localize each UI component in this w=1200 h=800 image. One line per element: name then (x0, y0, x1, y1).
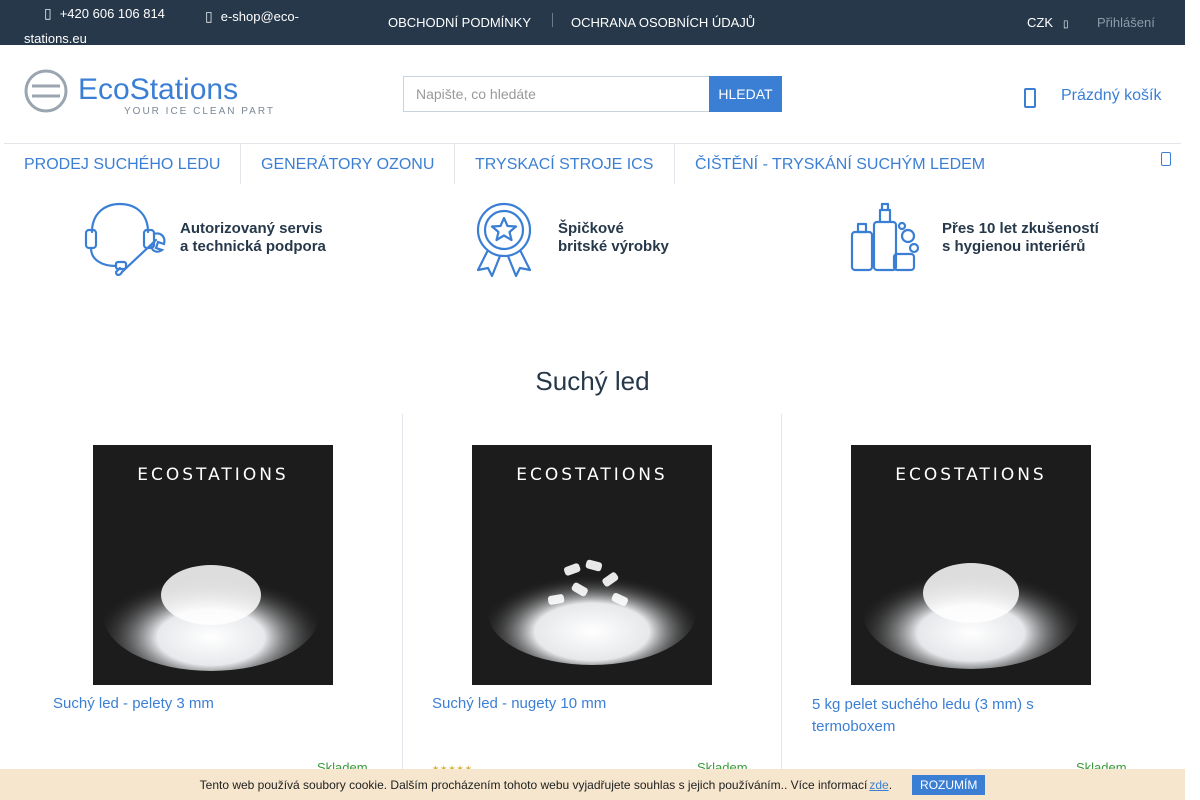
email-contact[interactable]: ▯ e-shop@eco-stations.eu (24, 5, 324, 50)
product-card: ECOSTATIONS Suchý led - nugety 10 mm ★★★… (412, 444, 752, 784)
top-bar: ▯ +420 606 106 814 ▯ e-shop@eco-stations.e… (0, 0, 1185, 46)
login-link[interactable]: Přihlášení (1097, 15, 1155, 30)
email-address[interactable]: e-shop@eco-stations.eu (24, 9, 299, 46)
cart-icon (1024, 88, 1036, 108)
product-image[interactable]: ECOSTATIONS (93, 445, 333, 685)
product-card: ECOSTATIONS 5 kg pelet suchého ledu (3 m… (792, 444, 1132, 784)
cart-label: Prázdný košík (1061, 87, 1162, 104)
benefit-products-text: Špičkové britské výrobky (558, 220, 669, 256)
main-nav: PRODEJ SUCHÉHO LEDU GENERÁTORY OZONU TRY… (4, 144, 1181, 184)
award-badge-icon (476, 202, 532, 278)
benefit-line: britské výrobky (558, 238, 669, 255)
ecostations-logo-icon: EcoStations YOUR ICE CLEAN PARTNER (24, 69, 300, 117)
product-image[interactable]: ECOSTATIONS (851, 445, 1091, 685)
headset-wrench-icon (84, 202, 166, 277)
currency-label: CZK (1027, 15, 1053, 30)
cart-link[interactable]: Prázdný košík (1024, 84, 1161, 108)
cookie-bar: Tento web používá soubory cookie. Dalším… (0, 769, 1185, 800)
dry-ice-pellets-image (103, 559, 319, 671)
nav-item-dry-ice-cleaning[interactable]: ČIŠTĚNÍ - TRYSKÁNÍ SUCHÝM LEDEM (695, 144, 985, 184)
site-logo[interactable]: EcoStations YOUR ICE CLEAN PARTNER (24, 69, 300, 117)
logo-wordmark: EcoStations (78, 73, 238, 106)
benefit-service-text: Autorizovaný servis a technická podpora (180, 220, 326, 256)
benefit-experience: Přes 10 let zkušeností s hygienou interi… (848, 198, 1099, 278)
terms-link[interactable]: OBCHODNÍ PODMÍNKY (388, 15, 531, 30)
cleaning-bottles-icon (850, 202, 920, 272)
section-title: Suchý led (535, 366, 650, 396)
currency-selector[interactable]: CZK ▯ (1027, 15, 1069, 30)
nav-item-dry-ice-sale[interactable]: PRODEJ SUCHÉHO LEDU (24, 144, 220, 184)
benefit-line: s hygienou interiérů (942, 238, 1086, 255)
privacy-link[interactable]: OCHRANA OSOBNÍCH ÚDAJŮ (571, 15, 755, 30)
product-column-divider (402, 414, 403, 774)
search-button[interactable]: HLEDAT (709, 76, 782, 112)
product-card: ECOSTATIONS Suchý led - pelety 3 mm Skla… (33, 444, 373, 784)
search-input[interactable] (403, 76, 709, 112)
benefit-products: Špičkové britské výrobky (470, 198, 669, 278)
cookie-more-link[interactable]: zde (869, 778, 888, 792)
benefit-line: Autorizovaný servis (180, 220, 323, 237)
benefit-line: a technická podpora (180, 238, 326, 255)
product-name-link[interactable]: 5 kg pelet suchého ledu (3 mm) s termobo… (812, 694, 1072, 738)
dry-ice-pellets-image (863, 557, 1079, 669)
menu-more-icon[interactable] (1161, 152, 1171, 166)
dry-ice-nuggets-image (488, 559, 696, 665)
cookie-accept-button[interactable]: ROZUMÍM (912, 774, 986, 795)
benefit-service: Autorizovaný servis a technická podpora (82, 198, 326, 278)
product-name-link[interactable]: Suchý led - pelety 3 mm (53, 693, 353, 715)
nav-separator (454, 144, 455, 184)
product-name-link[interactable]: Suchý led - nugety 10 mm (432, 693, 732, 715)
nav-item-ozone-generators[interactable]: GENERÁTORY OZONU (261, 144, 434, 184)
cookie-period: . (888, 777, 893, 792)
product-image[interactable]: ECOSTATIONS (472, 445, 712, 685)
cookie-text: Tento web používá soubory cookie. Dalším… (199, 777, 868, 792)
chevron-down-icon: ▯ (1063, 19, 1069, 30)
search-form: HLEDAT (403, 76, 782, 112)
mail-icon: ▯ (205, 8, 213, 24)
benefit-line: Přes 10 let zkušeností (942, 220, 1099, 237)
benefit-experience-text: Přes 10 let zkušeností s hygienou interi… (942, 220, 1099, 256)
nav-separator (240, 144, 241, 184)
product-column-divider (781, 414, 782, 774)
benefit-line: Špičkové (558, 220, 624, 237)
nav-item-ics-blasters[interactable]: TRYSKACÍ STROJE ICS (475, 144, 653, 184)
top-divider (552, 13, 553, 27)
logo-tagline: YOUR ICE CLEAN PARTNER (124, 106, 274, 117)
nav-separator (674, 144, 675, 184)
